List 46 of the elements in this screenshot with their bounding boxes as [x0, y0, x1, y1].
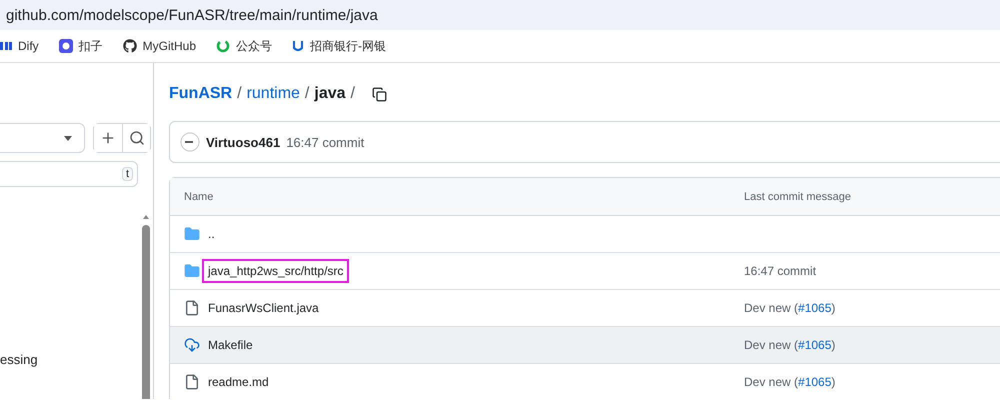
file-name-link[interactable]: Makefile	[204, 335, 257, 355]
folder-icon	[184, 226, 200, 242]
shortcut-key: t	[122, 167, 133, 181]
tree-item[interactable]: essing	[0, 352, 153, 367]
search-icon	[128, 130, 144, 146]
path-separator: /	[237, 85, 242, 103]
github-icon	[122, 39, 137, 53]
file-name-link[interactable]: ..	[204, 224, 219, 244]
avatar-icon	[180, 132, 200, 152]
commit-message: 16:47 commit	[286, 134, 364, 150]
path-separator: /	[304, 85, 310, 103]
breadcrumb-link[interactable]: runtime	[246, 85, 300, 103]
bookmark[interactable]: Dify	[0, 39, 39, 53]
commit-author[interactable]: Virtuoso461	[206, 134, 280, 150]
commit-message: Dev new (#1065)	[744, 338, 836, 352]
file-icon	[184, 374, 200, 390]
pull-request-link[interactable]: #1065	[798, 301, 832, 315]
plus-icon	[100, 130, 116, 146]
file-name-link[interactable]: FunasrWsClient.java	[204, 298, 323, 318]
logo-icon	[0, 41, 12, 51]
column-header: Last commit message	[744, 190, 852, 202]
address-bar[interactable]: github.com/modelscope/FunASR/tree/main/runtime/java	[0, 0, 1000, 30]
pull-request-link[interactable]: #1065	[798, 338, 832, 352]
breadcrumb-link[interactable]: FunASR	[169, 85, 232, 103]
filter-field[interactable]: t	[0, 161, 138, 187]
bookmark[interactable]: MyGitHub	[122, 39, 196, 53]
commit-message: Dev new (#1065)	[744, 375, 836, 389]
bookmark[interactable]: 扣子	[58, 38, 103, 54]
caret-icon	[64, 136, 72, 140]
column-header: Name	[184, 190, 214, 202]
file-icon	[184, 300, 200, 316]
bookmark[interactable]: 招商银行-网银	[292, 38, 386, 54]
commit-message: 16:47 commit	[744, 264, 818, 278]
copy-icon[interactable]	[372, 86, 387, 102]
bookmark[interactable]: 公众号	[216, 38, 272, 54]
cloud-download-icon	[184, 337, 200, 353]
file-name-link[interactable]: java_http2ws_src/http/src	[204, 261, 348, 281]
chat-bot-icon	[58, 39, 73, 53]
search-button[interactable]	[122, 124, 150, 152]
path-separator: /	[350, 85, 355, 103]
file-name-link[interactable]: readme.md	[204, 372, 273, 392]
pull-request-link[interactable]: #1065	[798, 375, 832, 389]
folder-icon	[184, 263, 200, 279]
file-row[interactable]: Makefile Dev new (#1065)	[170, 327, 1000, 364]
commit-message: Dev new (#1065)	[744, 301, 836, 315]
breadcrumb-link[interactable]: java	[314, 85, 346, 103]
